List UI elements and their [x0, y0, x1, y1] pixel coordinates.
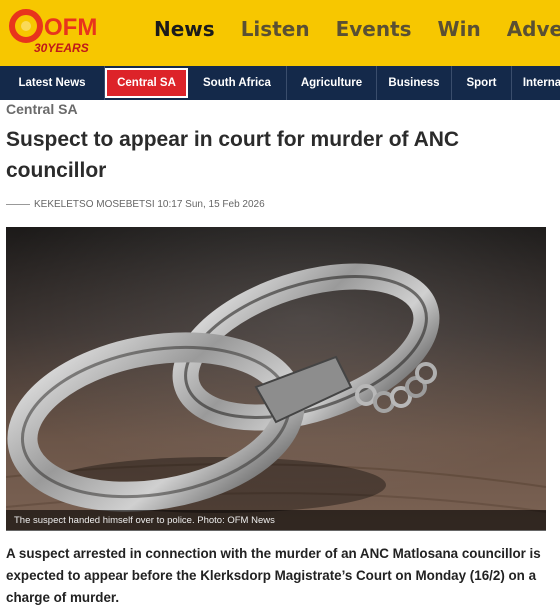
nav-events[interactable]: Events	[336, 17, 412, 41]
byline: KEKELETSO MOSEBETSI 10:17 Sun, 15 Feb 20…	[6, 199, 265, 210]
nav-win[interactable]: Win	[438, 17, 481, 41]
nav-listen[interactable]: Listen	[241, 17, 310, 41]
tab-latest-news[interactable]: Latest News	[0, 66, 105, 100]
article-photo[interactable]	[6, 227, 546, 530]
tab-business[interactable]: Business	[377, 66, 452, 100]
tab-sport[interactable]: Sport	[452, 66, 512, 100]
article-title: Suspect to appear in court for murder of…	[6, 128, 460, 182]
logo-letters: OFM	[44, 14, 97, 41]
tab-central-sa[interactable]: Central SA	[105, 68, 188, 98]
section-nav: Latest News Central SA South Africa Agri…	[0, 66, 560, 100]
article-lead: A suspect arrested in connection with th…	[6, 546, 541, 605]
byline-rule	[6, 203, 30, 205]
ofm-logo[interactable]: OFM 30YEARS	[6, 6, 106, 58]
logo-tagline: 30YEARS	[34, 41, 89, 55]
tab-international[interactable]: Interna	[512, 66, 560, 100]
tab-agriculture[interactable]: Agriculture	[287, 66, 377, 100]
handcuffs-image	[6, 227, 546, 530]
photo-caption: The suspect handed himself over to polic…	[6, 510, 546, 531]
tab-south-africa[interactable]: South Africa	[188, 66, 287, 100]
nav-news[interactable]: News	[154, 17, 215, 41]
byline-text: KEKELETSO MOSEBETSI 10:17 Sun, 15 Feb 20…	[34, 199, 265, 210]
nav-advertise[interactable]: Adver	[507, 17, 560, 41]
primary-nav: News Listen Events Win Adver	[154, 17, 560, 41]
article-category[interactable]: Central SA	[6, 101, 78, 117]
site-header: OFM 30YEARS News Listen Events Win Adver	[0, 0, 560, 66]
